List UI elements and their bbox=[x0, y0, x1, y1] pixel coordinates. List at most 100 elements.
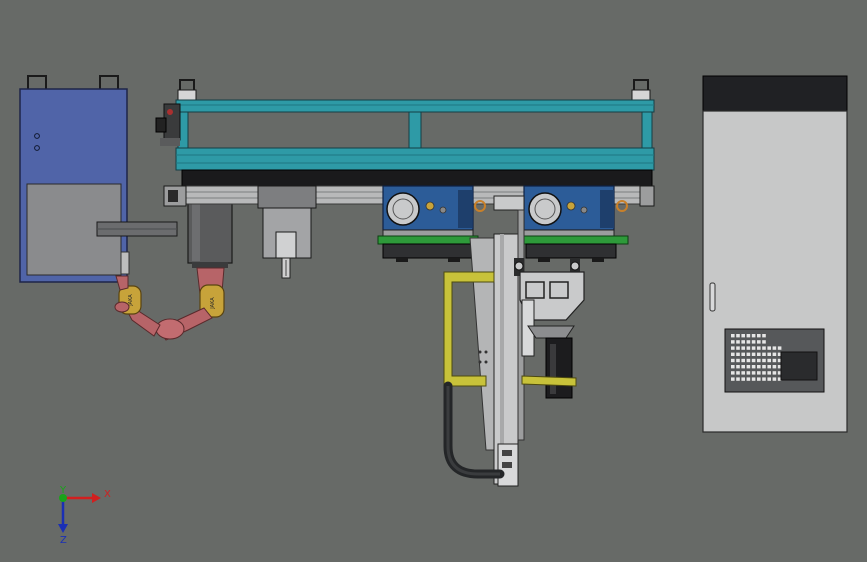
keypad-button bbox=[767, 365, 771, 369]
keypad-button bbox=[731, 358, 735, 363]
keypad-button bbox=[772, 365, 777, 369]
keypad-button bbox=[736, 340, 740, 344]
electrical-box-handle-left bbox=[27, 75, 47, 90]
green-plate bbox=[377, 235, 479, 245]
pneumatic-valve bbox=[155, 103, 181, 146]
keypad-button bbox=[757, 340, 761, 344]
gantry-top-beam bbox=[175, 99, 655, 113]
keypad-button bbox=[741, 371, 745, 375]
servo-fixture-base bbox=[525, 243, 617, 259]
servo-mount-plate bbox=[382, 229, 474, 237]
robot-arm: JAKA JAKA bbox=[114, 190, 233, 341]
keypad-button bbox=[741, 340, 745, 344]
keypad-button bbox=[731, 377, 735, 381]
keypad-button bbox=[751, 334, 756, 338]
cad-viewport: JAKA JAKA X Y Z bbox=[19, 75, 848, 546]
keypad-button bbox=[731, 365, 735, 369]
gripper-jaw bbox=[527, 325, 575, 339]
keypad-button bbox=[746, 358, 751, 363]
keypad-button bbox=[736, 365, 740, 369]
keypad-button bbox=[762, 371, 766, 375]
keypad-button bbox=[767, 346, 771, 350]
robot-brand-label: JAKA bbox=[210, 297, 216, 310]
keypad-button bbox=[757, 377, 761, 381]
electrical-box bbox=[19, 75, 178, 283]
keypad-button bbox=[741, 377, 745, 381]
cylinder-rod-block bbox=[275, 231, 297, 259]
keypad-button bbox=[757, 371, 761, 375]
keypad-button bbox=[736, 358, 740, 363]
gripper-assembly bbox=[514, 258, 585, 399]
cabinet-door-handle bbox=[709, 282, 716, 312]
keypad-button bbox=[751, 371, 756, 375]
keypad-button bbox=[746, 377, 751, 381]
control-cabinet bbox=[702, 75, 848, 433]
cable-connector bbox=[120, 251, 130, 275]
keypad-button bbox=[741, 346, 745, 350]
keypad-button bbox=[751, 346, 756, 350]
keypad-button bbox=[767, 377, 771, 381]
keypad-button bbox=[736, 346, 740, 350]
keypad-button bbox=[731, 346, 735, 350]
keypad-button bbox=[731, 352, 735, 356]
keypad-button bbox=[731, 371, 735, 375]
keypad-button bbox=[762, 358, 766, 363]
cylinder-mount-plate bbox=[257, 185, 317, 209]
keypad-button bbox=[751, 365, 756, 369]
keypad-button bbox=[736, 371, 740, 375]
keypad-button bbox=[746, 371, 751, 375]
servo-mount-plate bbox=[523, 229, 615, 237]
keypad-button bbox=[777, 346, 782, 350]
servo-unit-right bbox=[519, 185, 629, 262]
keypad-button bbox=[772, 377, 777, 381]
keypad-button bbox=[762, 352, 766, 356]
keypad-button bbox=[772, 346, 777, 350]
keypad-button bbox=[751, 377, 756, 381]
keypad-button bbox=[751, 352, 756, 356]
lifting-eye-right bbox=[631, 79, 651, 101]
keypad-button bbox=[757, 346, 761, 350]
keypad-button bbox=[741, 352, 745, 356]
keypad-button bbox=[767, 358, 771, 363]
keypad-button bbox=[731, 334, 735, 338]
keypad-button bbox=[762, 334, 766, 338]
keypad-button bbox=[772, 352, 777, 356]
cabinet-control-panel bbox=[724, 328, 825, 393]
cabinet-roof bbox=[702, 75, 848, 113]
keypad-button bbox=[757, 352, 761, 356]
robot-end-flange bbox=[114, 301, 130, 313]
keypad-button bbox=[751, 340, 756, 344]
yellow-blade bbox=[521, 375, 577, 387]
robot-elbow-joint bbox=[155, 318, 185, 340]
keypad-button bbox=[746, 352, 751, 356]
lifting-eye-left bbox=[177, 79, 197, 101]
keypad-button bbox=[741, 334, 745, 338]
axis-y-label: Y bbox=[59, 485, 67, 496]
keypad-button bbox=[746, 365, 751, 369]
keypad-button bbox=[731, 340, 735, 344]
keypad-button bbox=[762, 365, 766, 369]
robot-base-flange bbox=[192, 262, 228, 268]
keypad-button bbox=[741, 365, 745, 369]
servo-motor-face bbox=[528, 192, 562, 226]
keypad-button bbox=[762, 346, 766, 350]
gantry-lower-beam bbox=[175, 147, 655, 171]
keypad-button bbox=[767, 371, 771, 375]
keypad-button bbox=[746, 334, 751, 338]
keypad-button bbox=[772, 358, 777, 363]
keypad-button bbox=[746, 346, 751, 350]
gantry-base-rail bbox=[181, 169, 653, 187]
cylinder-module bbox=[257, 185, 317, 279]
gripper-finger bbox=[545, 337, 573, 399]
keypad-button bbox=[751, 358, 756, 363]
gantry-post-right bbox=[641, 111, 653, 153]
keypad-button bbox=[772, 371, 777, 375]
keypad-button bbox=[736, 352, 740, 356]
keypad-button bbox=[741, 358, 745, 363]
gantry-post-middle bbox=[408, 111, 422, 151]
coordinate-triad: X Y Z bbox=[58, 485, 111, 546]
electrical-box-handle-right bbox=[99, 75, 119, 90]
rail-end-cap bbox=[639, 185, 655, 207]
hmi-screen bbox=[780, 351, 818, 381]
z-axis-slide-plate bbox=[469, 237, 495, 451]
